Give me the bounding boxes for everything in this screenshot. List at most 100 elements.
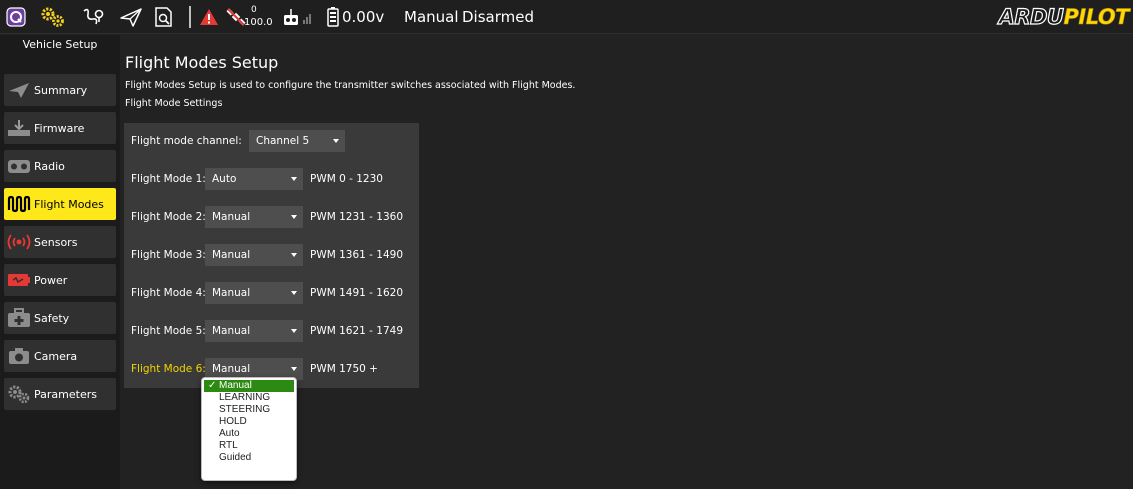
sidebar-item-label: Sensors [34,235,78,249]
menu-item-label: RTL [219,440,238,451]
flight-mode-settings-panel: Flight mode channel: Channel 5 Flight Mo… [124,123,419,388]
menu-item-label: Manual [219,380,252,391]
flight-mode-4-select[interactable]: Manual [205,282,303,304]
menu-item-steering[interactable]: STEERING [204,404,294,416]
flight-mode-2-value: Manual [212,211,251,223]
menu-item-hold[interactable]: HOLD [204,416,294,428]
flight-mode-4-pwm: PWM 1491 - 1620 [310,287,404,299]
fly-paper-plane-icon[interactable] [118,4,144,30]
menu-item-label: LEARNING [219,392,271,403]
camera-icon [4,340,34,372]
menu-item-auto[interactable]: Auto [204,428,294,440]
flight-mode-indicator[interactable]: Manual [404,0,459,34]
parameters-gears-icon [4,378,34,410]
sidebar-item-firmware[interactable]: Firmware [4,112,116,144]
flight-mode-5-label: Flight Mode 5: [131,325,206,337]
sidebar-item-label: Radio [34,159,65,173]
channel-label: Flight mode channel: [131,135,242,147]
warning-triangle-icon[interactable] [198,4,220,30]
plan-route-icon[interactable] [80,4,106,30]
top-toolbar: 0 100.0 0.00v Manual Disarmed ARDUPILOT [0,0,1133,34]
flight-modes-wave-icon [4,188,34,220]
sidebar-item-parameters[interactable]: Parameters [4,378,116,410]
firmware-download-icon [4,112,34,144]
safety-kit-icon [4,302,34,334]
flight-mode-3-select[interactable]: Manual [205,244,303,266]
sidebar-item-label: Parameters [34,387,97,401]
sidebar-item-flight-modes[interactable]: Flight Modes [4,188,116,220]
menu-item-rtl[interactable]: RTL [204,440,294,452]
channel-select-value: Channel 5 [256,135,310,147]
chevron-down-icon [291,367,297,371]
page-title: Flight Modes Setup [125,53,279,72]
gps-count: 0 [251,5,257,15]
menu-item-guided[interactable]: Guided [204,452,294,464]
gps-hdop: 100.0 [244,17,273,28]
menu-item-label: STEERING [219,404,271,415]
sidebar-item-summary[interactable]: Summary [4,74,116,106]
flight-mode-6-pwm: PWM 1750 + [310,363,378,375]
arm-status-indicator[interactable]: Disarmed [462,0,534,34]
flight-mode-1-value: Auto [212,173,237,185]
logo-ardu: ARDU [998,4,1065,29]
menu-item-label: HOLD [219,416,247,427]
sidebar-item-label: Firmware [34,121,85,135]
radio-transmitter-icon [4,150,34,182]
sidebar-item-radio[interactable]: Radio [4,150,116,182]
sidebar-item-power[interactable]: Power [4,264,116,296]
sidebar-item-safety[interactable]: Safety [4,302,116,334]
flight-mode-1-select[interactable]: Auto [205,168,303,190]
flight-mode-1-label: Flight Mode 1: [131,173,206,185]
vehicle-setup-sidebar: Vehicle Setup Summary Firmware Radio Fli… [0,35,120,489]
sidebar-item-label: Summary [34,83,88,97]
sidebar-item-label: Power [34,273,68,287]
chevron-down-icon [333,139,339,143]
sidebar-item-label: Safety [34,311,70,325]
chevron-down-icon [291,215,297,219]
battery-voltage: 0.00v [342,8,385,26]
sidebar-title: Vehicle Setup [22,38,98,51]
flight-mode-2-pwm: PWM 1231 - 1360 [310,211,404,223]
chevron-down-icon [291,253,297,257]
page-description: Flight Modes Setup is used to configure … [125,80,576,91]
flight-mode-4-value: Manual [212,287,251,299]
sidebar-item-label: Camera [34,349,78,363]
chevron-down-icon [291,329,297,333]
rc-transmitter-icon[interactable] [282,4,300,30]
flight-mode-2-label: Flight Mode 2: [131,211,206,223]
flight-mode-3-pwm: PWM 1361 - 1490 [310,249,404,261]
power-battery-icon [4,264,34,296]
chevron-down-icon [291,291,297,295]
channel-select[interactable]: Channel 5 [249,130,345,152]
menu-item-learning[interactable]: LEARNING [204,392,294,404]
checkmark-icon: ✓ [208,380,217,391]
signal-strength-icon [302,4,314,30]
sidebar-item-sensors[interactable]: Sensors [4,226,116,258]
toolbar-divider [189,6,191,28]
qgc-logo-icon[interactable] [5,4,27,30]
flight-mode-6-dropdown-menu: ✓ Manual LEARNING STEERING HOLD Auto RTL… [201,377,297,481]
flight-mode-5-pwm: PWM 1621 - 1749 [310,325,404,337]
sidebar-item-label: Flight Modes [34,197,104,211]
gear-cogs-icon[interactable] [38,4,68,30]
logo-pilot: PILOT [1063,5,1130,30]
sidebar-item-camera[interactable]: Camera [4,340,116,372]
section-title: Flight Mode Settings [125,98,223,109]
battery-icon[interactable] [326,4,340,30]
menu-item-manual[interactable]: ✓ Manual [204,380,294,392]
menu-item-label: Guided [219,452,252,463]
ardupilot-logo: ARDUPILOT [998,4,1130,30]
sensors-radio-waves-icon [4,226,34,258]
chevron-down-icon [291,177,297,181]
flight-mode-2-select[interactable]: Manual [205,206,303,228]
summary-paper-plane-icon [4,74,34,106]
flight-mode-5-value: Manual [212,325,251,337]
flight-mode-3-label: Flight Mode 3: [131,249,206,261]
log-analyze-icon[interactable] [152,4,178,30]
menu-item-label: Auto [219,428,240,439]
flight-mode-4-label: Flight Mode 4: [131,287,206,299]
flight-mode-1-pwm: PWM 0 - 1230 [310,173,383,185]
flight-mode-6-label: Flight Mode 6: [131,363,206,375]
flight-mode-3-value: Manual [212,249,251,261]
flight-mode-5-select[interactable]: Manual [205,320,303,342]
